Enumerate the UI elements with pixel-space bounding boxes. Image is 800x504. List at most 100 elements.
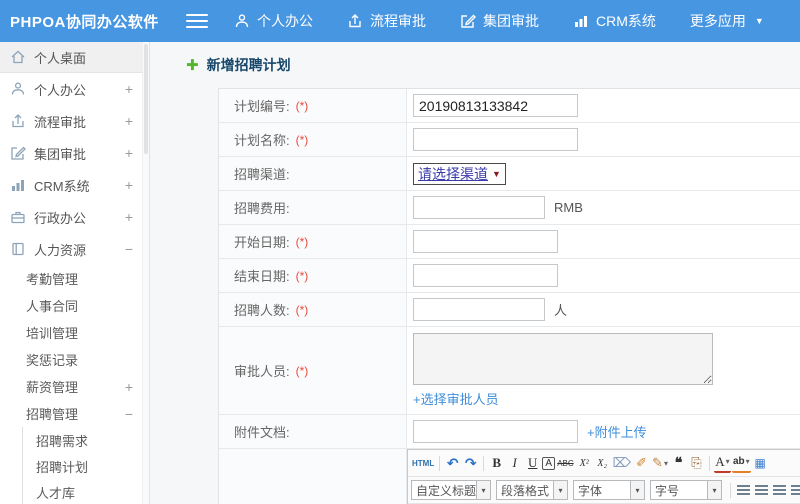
- start-date-input[interactable]: [413, 230, 558, 253]
- clean-brush-button[interactable]: ✐: [633, 453, 650, 473]
- editor-combo-0[interactable]: 自定义标题 ▾: [411, 480, 491, 500]
- subscript-button[interactable]: X₂: [594, 453, 611, 473]
- topnav-crm-system[interactable]: CRM系统: [573, 11, 656, 31]
- combo-value: 字号: [655, 483, 680, 498]
- field-label: 招聘人数:: [234, 303, 290, 318]
- editor-combo-3[interactable]: 字号 ▾: [650, 480, 722, 500]
- form-row-start-date: 开始日期: (*): [219, 225, 800, 259]
- choose-approvers-link[interactable]: +选择审批人员: [413, 392, 499, 407]
- contact-book-icon: [10, 241, 26, 257]
- expand-plus-icon[interactable]: +: [119, 209, 141, 225]
- expand-plus-icon[interactable]: +: [119, 145, 141, 161]
- combo-caret-icon[interactable]: ▾: [707, 481, 721, 499]
- undo-button[interactable]: ↶: [444, 453, 461, 473]
- html-source-button[interactable]: HTML: [411, 453, 435, 473]
- sidebar-scrollbar[interactable]: [142, 42, 149, 504]
- required-mark: (*): [295, 98, 309, 113]
- sidebar-item-group-approval[interactable]: 集团审批 +: [0, 137, 149, 169]
- editor-combo-1[interactable]: 段落格式 ▾: [496, 480, 568, 500]
- form-row-plan-number: 计划编号: (*): [219, 89, 800, 123]
- topnav-more-apps[interactable]: 更多应用 ▼: [690, 11, 764, 31]
- page-title: 新增招聘计划: [206, 57, 291, 73]
- plan-number-input[interactable]: [413, 94, 578, 117]
- field-label: 结束日期:: [234, 269, 290, 284]
- page-title-row: ✚ 新增招聘计划: [150, 42, 800, 75]
- font-border-button[interactable]: A: [542, 456, 556, 470]
- expand-plus-icon[interactable]: +: [119, 81, 141, 97]
- underline-button[interactable]: U: [524, 453, 541, 473]
- topnav-workflow-approval[interactable]: 流程审批: [347, 11, 426, 31]
- sidebar-item-personal-desktop[interactable]: 个人桌面: [0, 42, 149, 73]
- sidebar-item-workflow-approval[interactable]: 流程审批 +: [0, 105, 149, 137]
- hamburger-menu-icon[interactable]: [186, 10, 208, 32]
- editor-combo-2[interactable]: 字体 ▾: [573, 480, 645, 500]
- sidebar-item-personal-office[interactable]: 个人办公 +: [0, 73, 149, 105]
- attachment-input[interactable]: [413, 420, 578, 443]
- align-center-button[interactable]: [753, 480, 770, 500]
- combo-caret-icon[interactable]: ▾: [553, 481, 567, 499]
- unit-label: RMB: [554, 200, 583, 215]
- font-color-button[interactable]: A ▾: [713, 453, 731, 473]
- topnav-personal-office[interactable]: 个人办公: [234, 11, 313, 31]
- channel-select[interactable]: 请选择渠道 ▼: [413, 162, 506, 185]
- toolbar-separator: [439, 455, 441, 471]
- collapse-minus-icon[interactable]: −: [119, 406, 141, 422]
- briefcase-icon: [10, 209, 26, 225]
- sidebar-item-recruitment[interactable]: 招聘管理 −: [0, 400, 149, 427]
- sidebar-item-admin-office[interactable]: 行政办公 +: [0, 201, 149, 233]
- combo-caret-icon[interactable]: ▾: [630, 481, 644, 499]
- sidebar-item-hr-contract[interactable]: 人事合同: [0, 292, 149, 319]
- sidebar-item-crm-system[interactable]: CRM系统 +: [0, 169, 149, 201]
- align-left-button[interactable]: [735, 480, 752, 500]
- redo-button[interactable]: ↷: [462, 453, 479, 473]
- end-date-input[interactable]: [413, 264, 558, 287]
- sidebar-hr-submenu: 考勤管理 人事合同 培训管理 奖惩记录 薪资管理 + 招聘管理 − 招聘需求 招…: [0, 265, 149, 504]
- justify-button[interactable]: [789, 480, 800, 500]
- plan-name-input[interactable]: [413, 128, 578, 151]
- field-label: 计划编号:: [234, 99, 290, 114]
- rich-text-editor: HTML ↶ ↷ B I U A ABC X² X₂ ⌦ ✐ ✎ ▾ ❝ ⎘ A ▾ ab ▾ ▦ 自定义标题 ▾ 段落格式…: [407, 449, 800, 504]
- approvers-textarea[interactable]: [413, 333, 713, 385]
- strikethrough-button[interactable]: ABC: [556, 453, 574, 473]
- highlight-color-button[interactable]: ab ▾: [731, 453, 751, 473]
- expand-plus-icon[interactable]: +: [119, 113, 141, 129]
- sidebar-item-rewards[interactable]: 奖惩记录: [0, 346, 149, 373]
- select-caret-icon: ▼: [492, 168, 501, 179]
- cost-input[interactable]: [413, 196, 545, 219]
- sidebar-item-recruit-plan[interactable]: 招聘计划: [23, 453, 149, 479]
- sidebar-item-human-resources[interactable]: 人力资源 −: [0, 233, 149, 265]
- format-painter-button[interactable]: ✎ ▾: [651, 453, 669, 473]
- expand-plus-icon[interactable]: +: [119, 177, 141, 193]
- italic-button[interactable]: I: [506, 453, 523, 473]
- headcount-input[interactable]: [413, 298, 545, 321]
- topnav-group-approval[interactable]: 集团审批: [460, 11, 539, 31]
- combo-caret-icon[interactable]: ▾: [476, 481, 490, 499]
- bold-button[interactable]: B: [488, 453, 505, 473]
- attachment-upload-link[interactable]: +附件上传: [587, 422, 647, 441]
- sidebar-item-talent-pool[interactable]: 人才库: [23, 479, 149, 504]
- align-right-button[interactable]: [771, 480, 788, 500]
- toolbar-separator: [730, 482, 731, 498]
- paste-button[interactable]: ⎘: [688, 453, 705, 473]
- top-header: PHPOA协同办公软件 个人办公 流程审批 集团审批 CRM系统 更多应用 ▼: [0, 0, 800, 42]
- toolbar-separator: [483, 455, 485, 471]
- sidebar-item-attendance[interactable]: 考勤管理: [0, 265, 149, 292]
- toolbar-separator: [708, 455, 710, 471]
- sidebar-item-salary[interactable]: 薪资管理 +: [0, 373, 149, 400]
- upload-icon: [10, 113, 26, 129]
- bar-chart-icon: [10, 177, 26, 193]
- sidebar-item-recruit-demand[interactable]: 招聘需求: [23, 427, 149, 453]
- required-mark: (*): [295, 302, 309, 317]
- select-value: 请选择渠道: [418, 165, 488, 182]
- collapse-minus-icon[interactable]: −: [119, 241, 141, 257]
- superscript-button[interactable]: X²: [576, 453, 593, 473]
- main-content: ✚ 新增招聘计划 计划编号: (*) 计划名称: (*) 招聘渠道:: [150, 42, 800, 504]
- combo-value: 段落格式: [501, 483, 550, 498]
- sidebar-item-training[interactable]: 培训管理: [0, 319, 149, 346]
- unit-label: 人: [554, 303, 568, 318]
- form-row-approvers: 审批人员: (*) +选择审批人员: [219, 327, 800, 415]
- emoticon-button[interactable]: ▦: [752, 453, 769, 473]
- blockquote-button[interactable]: ❝: [670, 453, 687, 473]
- expand-plus-icon[interactable]: +: [119, 379, 141, 395]
- format-clear-button[interactable]: ⌦: [612, 453, 632, 473]
